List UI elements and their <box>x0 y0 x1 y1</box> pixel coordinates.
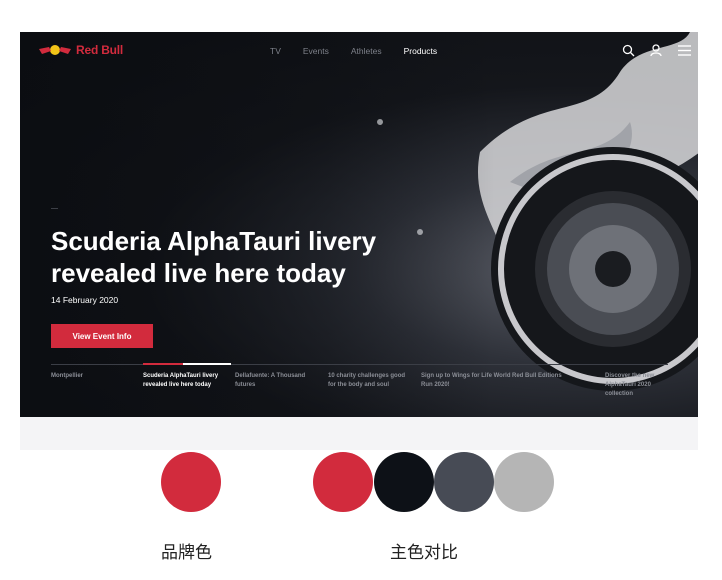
nav-link-athletes[interactable]: Athletes <box>351 46 382 56</box>
news-tab-alphatauri-livery[interactable]: Scuderia AlphaTauri livery revealed live… <box>143 372 233 390</box>
contrast-swatch-black <box>374 452 434 512</box>
news-tab-dellafuente[interactable]: Dellafuente: A Thousand futures <box>235 372 325 390</box>
nav-link-events[interactable]: Events <box>303 46 329 56</box>
brand-color-swatch <box>161 452 221 512</box>
red-bull-logo[interactable]: Red Bull <box>38 43 123 57</box>
news-tab-charity-challenges[interactable]: 10 charity challenges good for the body … <box>328 372 408 390</box>
contrast-swatch-light-gray <box>494 452 554 512</box>
user-icon[interactable] <box>648 42 664 58</box>
brand-color-caption: 品牌色 <box>161 543 212 563</box>
active-tab-progress <box>143 363 183 365</box>
hero-title: Scuderia AlphaTauri livery revealed live… <box>51 226 377 288</box>
contrast-caption: 主色对比 <box>390 543 458 563</box>
event-date: 14 February 2020 <box>51 295 119 305</box>
hero-banner: Red Bull TV Events Athletes Products — S… <box>20 32 698 417</box>
news-tab-alphatauri-collection[interactable]: Discover the new AlphaTauri 2020 collect… <box>605 372 671 399</box>
nav-link-products[interactable]: Products <box>404 46 438 56</box>
view-event-info-button[interactable]: View Event Info <box>51 324 153 348</box>
top-navbar: Red Bull TV Events Athletes Products <box>20 32 698 72</box>
news-tab-montpellier[interactable]: Montpellier <box>51 372 131 381</box>
search-icon[interactable] <box>620 42 636 58</box>
news-tab-red-bull-editions[interactable]: Red Bull Editions <box>512 372 592 381</box>
bull-emblem-icon <box>39 45 71 55</box>
contrast-swatch-gray <box>434 452 494 512</box>
menu-icon[interactable] <box>676 42 692 58</box>
brand-name: Red Bull <box>76 43 124 57</box>
nav-link-tv[interactable]: TV <box>270 46 281 56</box>
news-tab-wings-for-life[interactable]: Sign up to Wings for Life World Run 2020… <box>421 372 511 390</box>
content-strip <box>20 417 698 450</box>
contrast-swatch-red <box>313 452 373 512</box>
breadcrumb: — <box>51 205 58 212</box>
